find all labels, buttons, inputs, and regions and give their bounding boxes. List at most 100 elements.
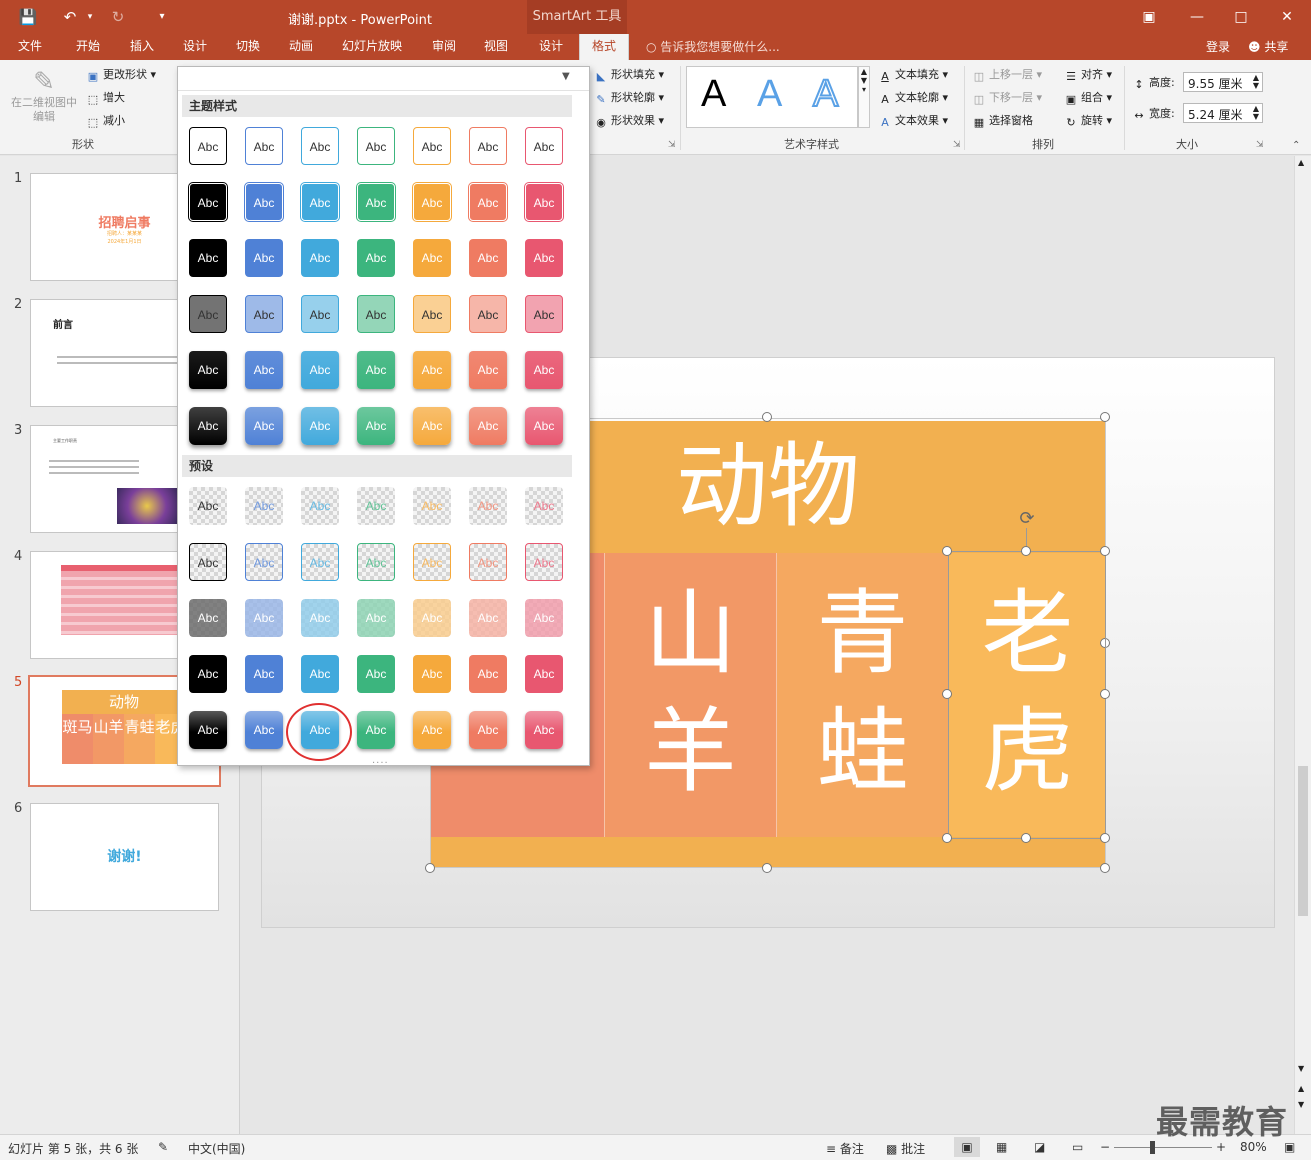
scroll-up-icon[interactable]: ▲ — [859, 67, 869, 76]
scroll-down-icon[interactable]: ▼ — [859, 76, 869, 85]
gallery-dropdown-icon[interactable]: ▼ — [562, 71, 570, 82]
resize-handle[interactable] — [942, 833, 952, 843]
theme-style-swatch-4-1[interactable]: Abc — [189, 295, 227, 333]
height-input[interactable]: 9.55 厘米 ▲ ▼ — [1183, 72, 1263, 92]
theme-style-swatch-4-2[interactable]: Abc — [245, 295, 283, 333]
text-effect-button[interactable]: A 文本效果 ▾ — [878, 112, 948, 130]
resize-handle[interactable] — [762, 863, 772, 873]
slide-thumbnail-6[interactable]: 谢谢! — [30, 803, 219, 911]
tab-design[interactable]: 设计 — [173, 34, 217, 60]
theme-style-swatch-5-5[interactable]: Abc — [413, 351, 451, 389]
preset-style-swatch-1-3[interactable]: Abc — [301, 487, 339, 525]
theme-style-swatch-1-4[interactable]: Abc — [357, 127, 395, 165]
theme-style-swatch-4-7[interactable]: Abc — [525, 295, 563, 333]
reading-view-icon[interactable]: ◪ — [1034, 1140, 1045, 1154]
change-shape-button[interactable]: ▣ 更改形状 ▾ — [86, 66, 156, 84]
theme-style-swatch-3-4[interactable]: Abc — [357, 239, 395, 277]
rotate-handle-icon[interactable]: ⟳ — [1016, 508, 1038, 530]
zoom-out-icon[interactable]: − — [1100, 1140, 1110, 1154]
preset-style-swatch-5-4[interactable]: Abc — [357, 711, 395, 749]
preset-style-swatch-2-3[interactable]: Abc — [301, 543, 339, 581]
undo-dropdown-icon[interactable]: ▾ — [80, 7, 100, 27]
wordart-style-blue[interactable]: A — [757, 73, 782, 116]
wordart-launcher-icon[interactable]: ⇲ — [953, 140, 961, 150]
preset-style-swatch-5-1[interactable]: Abc — [189, 711, 227, 749]
tab-insert[interactable]: 插入 — [120, 34, 164, 60]
preset-style-swatch-4-1[interactable]: Abc — [189, 655, 227, 693]
shape-style-launcher-icon[interactable]: ⇲ — [668, 140, 676, 150]
preset-style-swatch-2-6[interactable]: Abc — [469, 543, 507, 581]
tab-animations[interactable]: 动画 — [279, 34, 323, 60]
theme-style-swatch-3-6[interactable]: Abc — [469, 239, 507, 277]
theme-style-swatch-2-5[interactable]: Abc — [413, 183, 451, 221]
scroll-down-icon[interactable]: ▼ — [1298, 1064, 1304, 1073]
theme-style-swatch-2-3[interactable]: Abc — [301, 183, 339, 221]
text-fill-button[interactable]: A 文本填充 ▾ — [878, 66, 948, 84]
width-input[interactable]: 5.24 厘米 ▲ ▼ — [1183, 103, 1263, 123]
notes-button[interactable]: ≡ 备注 — [826, 1140, 864, 1157]
preset-style-swatch-1-4[interactable]: Abc — [357, 487, 395, 525]
preset-style-swatch-2-5[interactable]: Abc — [413, 543, 451, 581]
minimize-button[interactable]: — — [1180, 5, 1214, 29]
preset-style-swatch-3-6[interactable]: Abc — [469, 599, 507, 637]
tab-format[interactable]: 格式 — [579, 34, 629, 60]
resize-handle[interactable] — [1100, 833, 1110, 843]
group-button[interactable]: ▣ 组合 ▾ — [1064, 89, 1112, 107]
next-slide-icon[interactable]: ▼ — [1298, 1100, 1304, 1109]
theme-style-swatch-6-7[interactable]: Abc — [525, 407, 563, 445]
theme-style-swatch-1-7[interactable]: Abc — [525, 127, 563, 165]
slideshow-icon[interactable]: ▭ — [1072, 1140, 1083, 1154]
preset-style-swatch-2-2[interactable]: Abc — [245, 543, 283, 581]
align-button[interactable]: ☰ 对齐 ▾ — [1064, 66, 1112, 84]
theme-style-swatch-4-4[interactable]: Abc — [357, 295, 395, 333]
normal-view-icon[interactable]: ▣ — [954, 1137, 980, 1157]
preset-style-swatch-1-1[interactable]: Abc — [189, 487, 227, 525]
tab-transitions[interactable]: 切换 — [226, 34, 270, 60]
preset-style-swatch-4-7[interactable]: Abc — [525, 655, 563, 693]
rotate-button[interactable]: ↻ 旋转 ▾ — [1064, 112, 1112, 130]
preset-style-swatch-1-2[interactable]: Abc — [245, 487, 283, 525]
preset-style-swatch-5-7[interactable]: Abc — [525, 711, 563, 749]
wordart-gallery[interactable]: A A A — [686, 66, 858, 128]
maximize-button[interactable]: □ — [1224, 5, 1258, 29]
theme-style-swatch-5-7[interactable]: Abc — [525, 351, 563, 389]
preset-style-swatch-4-4[interactable]: Abc — [357, 655, 395, 693]
theme-style-swatch-5-2[interactable]: Abc — [245, 351, 283, 389]
preset-style-swatch-5-5[interactable]: Abc — [413, 711, 451, 749]
preset-style-swatch-3-4[interactable]: Abc — [357, 599, 395, 637]
spellcheck-icon[interactable]: ✎ — [158, 1140, 168, 1154]
theme-style-swatch-2-7[interactable]: Abc — [525, 183, 563, 221]
theme-style-swatch-1-2[interactable]: Abc — [245, 127, 283, 165]
resize-handle[interactable] — [1100, 412, 1110, 422]
save-icon[interactable]: 💾 — [18, 7, 38, 27]
preset-style-swatch-3-5[interactable]: Abc — [413, 599, 451, 637]
vertical-scrollbar[interactable]: ▲ ▼ ▲ ▼ — [1294, 156, 1311, 1134]
theme-style-swatch-2-6[interactable]: Abc — [469, 183, 507, 221]
tab-file[interactable]: 文件 — [8, 34, 52, 60]
preset-style-swatch-1-7[interactable]: Abc — [525, 487, 563, 525]
theme-style-swatch-4-3[interactable]: Abc — [301, 295, 339, 333]
zoom-slider[interactable] — [1114, 1147, 1212, 1148]
spinner-icon[interactable]: ▲ ▼ — [1253, 105, 1259, 121]
theme-style-swatch-1-3[interactable]: Abc — [301, 127, 339, 165]
theme-style-swatch-1-6[interactable]: Abc — [469, 127, 507, 165]
wordart-style-outline[interactable]: A — [812, 72, 839, 116]
preset-style-swatch-4-5[interactable]: Abc — [413, 655, 451, 693]
preset-style-swatch-3-3[interactable]: Abc — [301, 599, 339, 637]
tab-review[interactable]: 审阅 — [422, 34, 466, 60]
shape-fill-button[interactable]: ◣ 形状填充 ▾ — [594, 66, 664, 84]
theme-style-swatch-6-3[interactable]: Abc — [301, 407, 339, 445]
send-backward-button[interactable]: ◫ 下移一层 ▾ — [972, 89, 1042, 107]
theme-style-swatch-3-2[interactable]: Abc — [245, 239, 283, 277]
theme-style-swatch-2-2[interactable]: Abc — [245, 183, 283, 221]
tab-slideshow[interactable]: 幻灯片放映 — [335, 34, 409, 60]
theme-style-swatch-2-1[interactable]: Abc — [189, 183, 227, 221]
prev-slide-icon[interactable]: ▲ — [1298, 1084, 1304, 1093]
theme-style-swatch-5-4[interactable]: Abc — [357, 351, 395, 389]
more-icon[interactable]: ▾ — [859, 85, 869, 94]
size-launcher-icon[interactable]: ⇲ — [1256, 140, 1264, 150]
preset-style-swatch-5-6[interactable]: Abc — [469, 711, 507, 749]
text-outline-button[interactable]: A 文本轮廓 ▾ — [878, 89, 948, 107]
preset-style-swatch-3-2[interactable]: Abc — [245, 599, 283, 637]
shape-effect-button[interactable]: ◉ 形状效果 ▾ — [594, 112, 664, 130]
